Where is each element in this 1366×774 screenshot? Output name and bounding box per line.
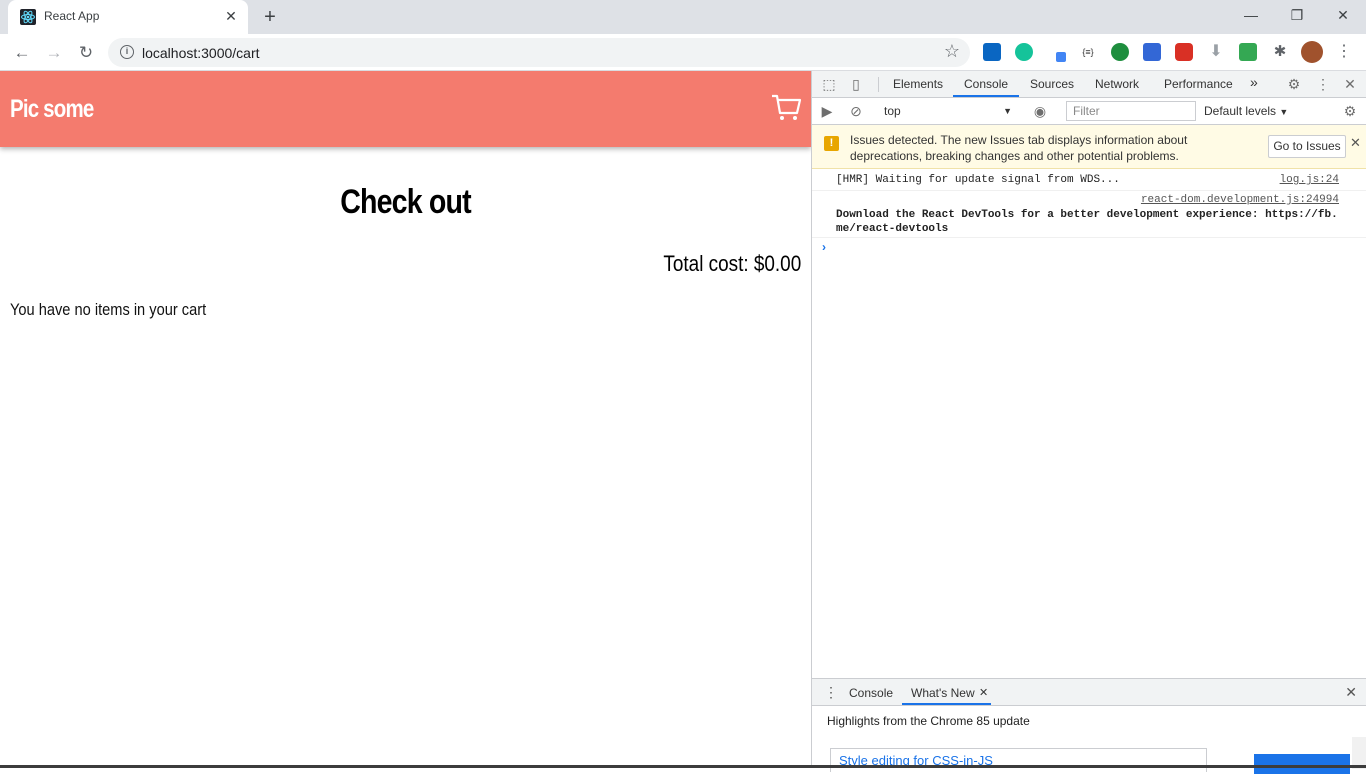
download-extension-icon[interactable]: ⬇ [1207,43,1225,61]
json-viewer-icon[interactable]: {≡} [1079,43,1097,61]
tab-sources[interactable]: Sources [1030,77,1074,91]
feature-card-link[interactable]: Style editing for CSS-in-JS [830,748,1207,772]
context-selector[interactable]: top ▼ [876,102,1016,121]
drawer-tab-bar: ⋮ Console What's New ✕ ✕ [812,679,1366,706]
minimize-icon[interactable]: — [1228,0,1274,30]
devtools-drawer: ⋮ Console What's New ✕ ✕ Highlights from… [812,678,1366,774]
log-text: [HMR] Waiting for update signal from WDS… [836,174,1120,186]
devtools-tab-bar: ⬚ ▯ Elements Console Sources Network Per… [812,71,1366,98]
profile-avatar[interactable] [1301,41,1323,63]
back-icon[interactable]: ← [9,40,35,66]
new-tab-icon[interactable]: + [258,6,282,28]
shield-extension-icon[interactable] [1175,43,1193,61]
address-bar[interactable]: i localhost:3000/cart ☆ [108,38,970,67]
whats-new-heading: Highlights from the Chrome 85 update [827,714,1030,728]
close-banner-icon[interactable]: ✕ [1350,135,1361,151]
chrome-menu-icon[interactable]: ⋮ [1335,43,1353,61]
web-page: Pic some Check out Total cost: $0.00 You… [0,71,811,768]
drawer-tab-console[interactable]: Console [849,686,893,700]
live-expression-eye-icon[interactable]: ◉ [1031,102,1049,120]
bookmark-star-icon[interactable]: ☆ [944,41,960,62]
close-tab-icon[interactable]: ✕ [222,7,240,25]
grammarly-icon[interactable] [1015,43,1033,61]
console-prompt-icon[interactable]: › [822,240,826,254]
brand-logo-text[interactable]: Pic some [10,95,94,124]
console-message: [HMR] Waiting for update signal from WDS… [812,171,1366,191]
go-to-issues-button[interactable]: Go to Issues [1268,135,1346,158]
settings-gear-icon[interactable]: ⚙ [1285,75,1303,93]
empty-cart-message: You have no items in your cart [10,300,207,319]
warning-icon: ! [824,136,839,151]
drawer-menu-icon[interactable]: ⋮ [824,684,838,701]
close-whats-new-icon[interactable]: ✕ [979,686,988,699]
browser-toolbar: ← → ↻ i localhost:3000/cart ☆ {≡} ⬇ ✱ ⋮ [0,34,1366,71]
page-title: Check out [340,183,471,221]
console-message: react-dom.development.js:24994 Download … [812,191,1366,238]
react-logo-icon [20,9,36,25]
cart-icon[interactable] [770,91,802,123]
devtools-panel: ⬚ ▯ Elements Console Sources Network Per… [811,71,1366,774]
sidebar-toggle-icon[interactable]: ▶ [818,102,836,120]
browser-tab[interactable]: React App ✕ [8,0,248,34]
filter-input[interactable]: Filter [1066,101,1196,121]
site-info-icon[interactable]: i [120,45,134,59]
context-value: top [884,104,901,118]
log-text: Download the React DevTools for a better… [836,209,1338,235]
inbox-extension-icon[interactable] [1239,43,1257,61]
forward-icon[interactable]: → [41,40,67,66]
drawer-tab-whats-new[interactable]: What's New [911,686,975,700]
log-levels-dropdown[interactable]: Default levels ▼ [1204,102,1288,122]
close-window-icon[interactable]: ✕ [1320,0,1366,30]
store-icon[interactable] [1143,43,1161,61]
log-source-link[interactable]: react-dom.development.js:24994 [1141,194,1339,206]
close-devtools-icon[interactable]: ✕ [1341,75,1359,93]
total-cost: Total cost: $0.00 [663,251,801,276]
restore-icon[interactable]: ❐ [1274,0,1320,30]
tab-console[interactable]: Console [964,77,1008,91]
feature-image [1254,754,1350,774]
tab-network[interactable]: Network [1095,77,1139,91]
clear-console-icon[interactable]: ⊘ [847,102,865,120]
close-drawer-icon[interactable]: ✕ [1345,684,1357,701]
tab-performance[interactable]: Performance [1164,77,1233,91]
issues-message: Issues detected. The new Issues tab disp… [850,133,1188,163]
extensions-puzzle-icon[interactable]: ✱ [1271,43,1289,61]
dropdown-arrow-icon: ▼ [1003,106,1012,116]
linkedin-icon[interactable] [983,43,1001,61]
more-tabs-icon[interactable]: » [1250,74,1258,90]
devtools-menu-icon[interactable]: ⋮ [1314,75,1332,93]
tab-strip: React App ✕ + — ❐ ✕ [0,0,1366,34]
console-toolbar: ▶ ⊘ top ▼ ◉ Filter Default levels ▼ ⚙ [812,98,1366,125]
url-text: localhost:3000/cart [142,45,260,61]
tab-elements[interactable]: Elements [893,77,943,91]
active-tab-indicator [953,95,1019,97]
site-header: Pic some [0,71,811,147]
log-levels-label: Default levels [1204,104,1277,118]
log-source-link[interactable]: log.js:24 [1280,174,1339,186]
eyedropper-icon[interactable] [1047,43,1066,62]
device-toolbar-icon[interactable]: ▯ [847,75,865,93]
issues-banner: ! Issues detected. The new Issues tab di… [812,125,1366,169]
inspect-element-icon[interactable]: ⬚ [820,75,838,93]
levels-arrow-icon: ▼ [1279,107,1289,117]
console-settings-icon[interactable]: ⚙ [1341,102,1359,120]
drawer-active-indicator [902,703,991,705]
wordpress-icon[interactable] [1111,43,1129,61]
tab-title: React App [44,9,100,23]
reload-icon[interactable]: ↻ [73,40,99,66]
